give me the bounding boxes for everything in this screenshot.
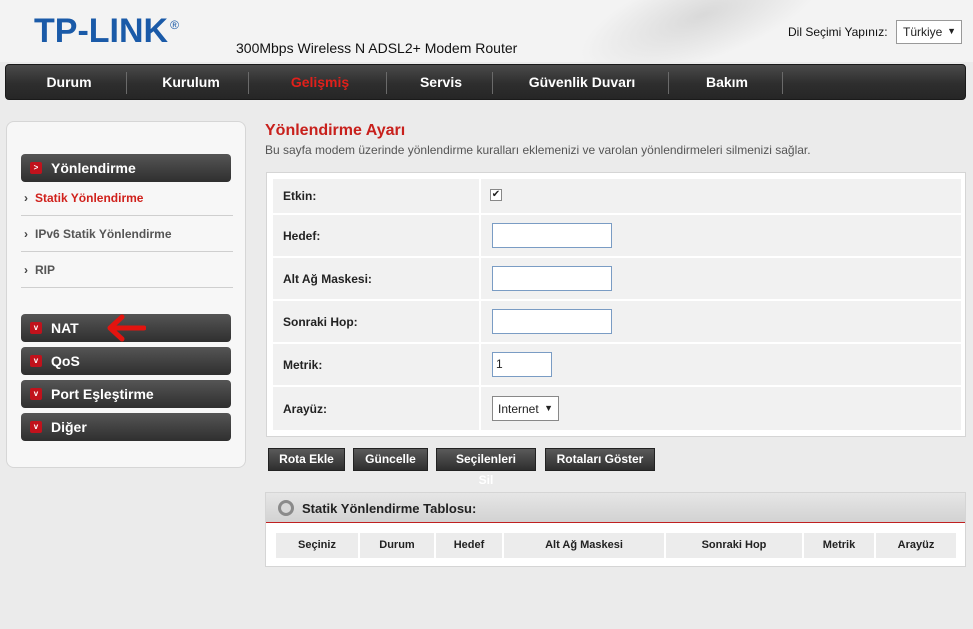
sidebar-item-label: Diğer — [51, 419, 87, 435]
enabled-label: Etkin: — [273, 179, 479, 213]
page-description: Bu sayfa modem üzerinde yönlendirme kura… — [265, 143, 811, 157]
column-header-durum: Durum — [360, 533, 434, 558]
chevron-down-icon: v — [30, 388, 42, 400]
nav-separator — [386, 72, 387, 94]
page-title: Yönlendirme Ayarı — [265, 122, 406, 139]
add-route-button[interactable]: Rota Ekle — [268, 448, 345, 471]
sidebar-item-label: QoS — [51, 353, 80, 369]
chevron-down-icon: v — [30, 322, 42, 334]
interface-select[interactable]: Internet ▼ — [492, 396, 559, 421]
nav-guvenlik-duvari[interactable]: Güvenlik Duvarı — [494, 65, 670, 99]
sidebar-item-yonlendirme[interactable]: > Yönlendirme — [21, 154, 231, 182]
column-header-sonraki-hop: Sonraki Hop — [666, 533, 802, 558]
table-title: Statik Yönlendirme Tablosu: — [302, 501, 477, 516]
column-header-metrik: Metrik — [804, 533, 874, 558]
sidebar-item-label: Port Eşleştirme — [51, 386, 154, 402]
language-select[interactable]: Türkiye ▼ — [896, 20, 962, 44]
gear-icon — [278, 500, 294, 516]
nav-separator — [782, 72, 783, 94]
column-header-hedef: Hedef — [436, 533, 502, 558]
update-button[interactable]: Güncelle — [353, 448, 428, 471]
brand-text: TP-LINK — [34, 12, 169, 50]
nav-gelismis[interactable]: Gelişmiş — [252, 65, 388, 99]
nav-separator — [248, 72, 249, 94]
sidebar-subitem-ipv6[interactable]: IPv6 Statik Yönlendirme — [21, 216, 233, 252]
form-row-enabled: Etkin: ✔ — [273, 179, 961, 214]
destination-label: Hedef: — [273, 215, 479, 256]
sidebar-item-qos[interactable]: v QoS — [21, 347, 231, 375]
sidebar-item-diger[interactable]: v Diğer — [21, 413, 231, 441]
nav-bakim[interactable]: Bakım — [670, 65, 784, 99]
nav-kurulum[interactable]: Kurulum — [130, 65, 252, 99]
chevron-right-icon: > — [30, 162, 42, 174]
language-value: Türkiye — [903, 25, 943, 39]
metric-input[interactable]: 1 — [492, 352, 552, 377]
destination-input[interactable] — [492, 223, 612, 248]
dropdown-arrow-icon: ▼ — [544, 403, 553, 413]
metric-label: Metrik: — [273, 344, 479, 385]
delete-selected-button[interactable]: Seçilenleri Sil — [436, 448, 536, 487]
table-header-bar: Statik Yönlendirme Tablosu: — [266, 493, 965, 523]
nav-durum[interactable]: Durum — [6, 65, 132, 99]
chevron-down-icon: v — [30, 421, 42, 433]
sidebar-item-label: NAT — [51, 320, 79, 336]
sidebar: > Yönlendirme Statik Yönlendirme IPv6 St… — [6, 121, 246, 468]
nav-separator — [668, 72, 669, 94]
show-routes-button[interactable]: Rotaları Göster — [545, 448, 655, 471]
routing-form: Etkin: ✔ Hedef: Alt Ağ Maskesi: Sonraki … — [266, 172, 966, 437]
sidebar-item-port[interactable]: v Port Eşleştirme — [21, 380, 231, 408]
nav-separator — [492, 72, 493, 94]
form-row-metric: Metrik: 1 — [273, 344, 961, 386]
sidebar-subitem-rip[interactable]: RIP — [21, 252, 233, 288]
chevron-down-icon: v — [30, 355, 42, 367]
model-name: 300Mbps Wireless N ADSL2+ Modem Router — [236, 40, 518, 56]
red-arrow-icon — [107, 314, 146, 342]
form-row-subnet: Alt Ağ Maskesi: — [273, 258, 961, 300]
static-routing-table: Statik Yönlendirme Tablosu: Seçiniz Duru… — [265, 492, 966, 567]
subnet-label: Alt Ağ Maskesi: — [273, 258, 479, 299]
form-row-destination: Hedef: — [273, 215, 961, 257]
sidebar-item-label: Yönlendirme — [51, 160, 136, 176]
tp-link-logo: TP-LINK ® — [34, 12, 179, 50]
nexthop-input[interactable] — [492, 309, 612, 334]
subnet-input[interactable] — [492, 266, 612, 291]
language-label: Dil Seçimi Yapınız: — [788, 25, 888, 39]
header: TP-LINK ® 300Mbps Wireless N ADSL2+ Modem… — [0, 0, 973, 62]
form-row-nexthop: Sonraki Hop: — [273, 301, 961, 343]
column-header-seciniz: Seçiniz — [276, 533, 358, 558]
sidebar-subitem-statik[interactable]: Statik Yönlendirme — [21, 180, 233, 216]
nav-separator — [126, 72, 127, 94]
interface-value: Internet — [498, 402, 539, 416]
interface-label: Arayüz: — [273, 387, 479, 430]
nexthop-label: Sonraki Hop: — [273, 301, 479, 342]
nav-servis[interactable]: Servis — [388, 65, 494, 99]
form-row-interface: Arayüz: Internet ▼ — [273, 387, 961, 431]
main-nav: Durum Kurulum Gelişmiş Servis Güvenlik D… — [5, 64, 966, 100]
enabled-checkbox[interactable]: ✔ — [490, 189, 502, 201]
column-header-arayuz: Arayüz — [876, 533, 956, 558]
column-header-alt-ag-maskesi: Alt Ağ Maskesi — [504, 533, 664, 558]
dropdown-arrow-icon: ▼ — [947, 26, 956, 36]
